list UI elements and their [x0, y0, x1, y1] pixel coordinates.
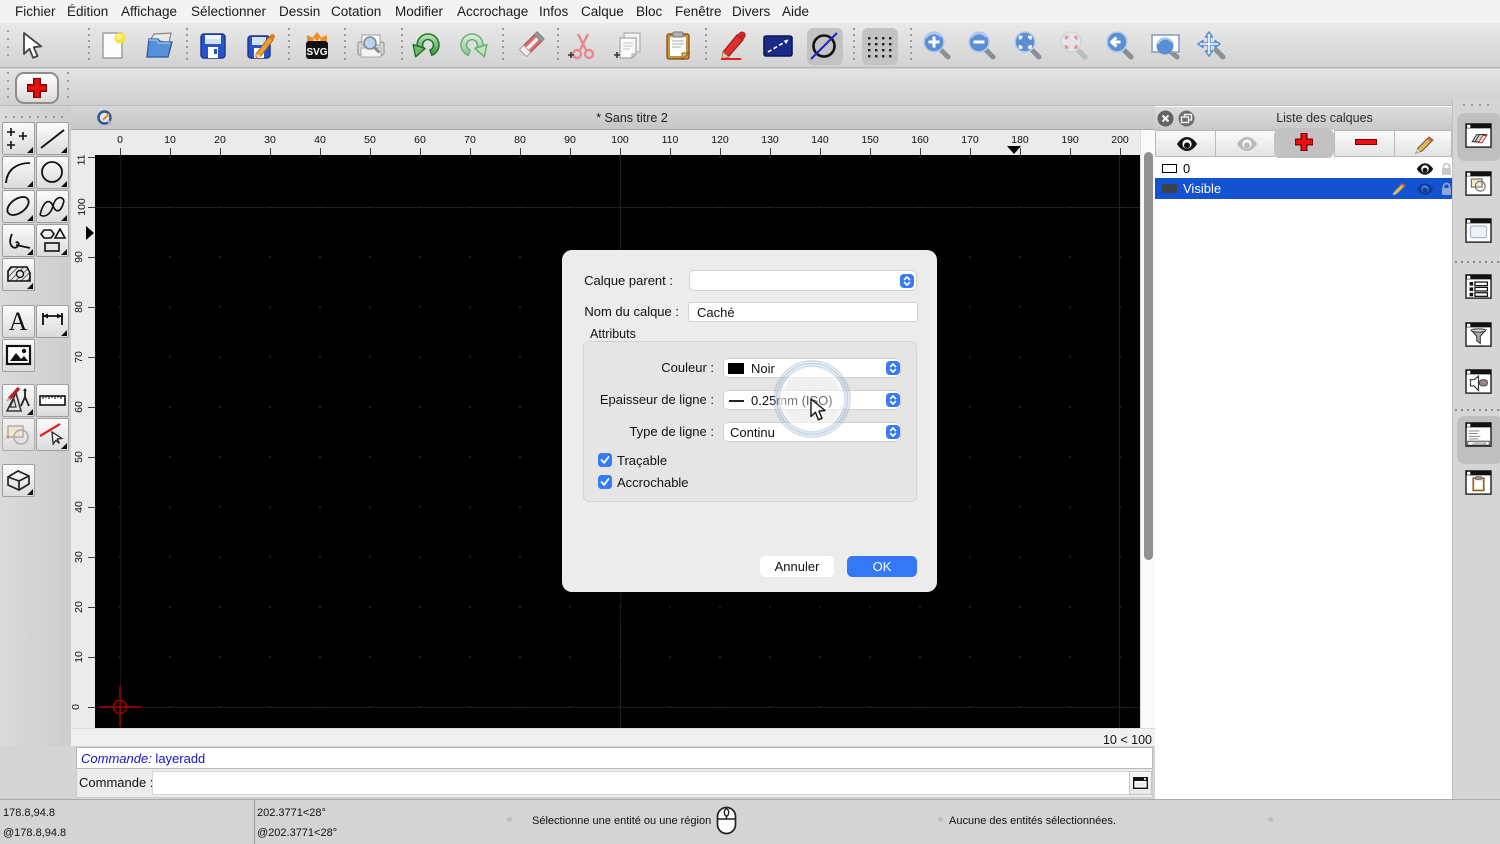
svg-text:A: A [9, 307, 28, 336]
svg-text:SVG: SVG [306, 47, 327, 58]
svg-text:command: command [1472, 442, 1486, 446]
